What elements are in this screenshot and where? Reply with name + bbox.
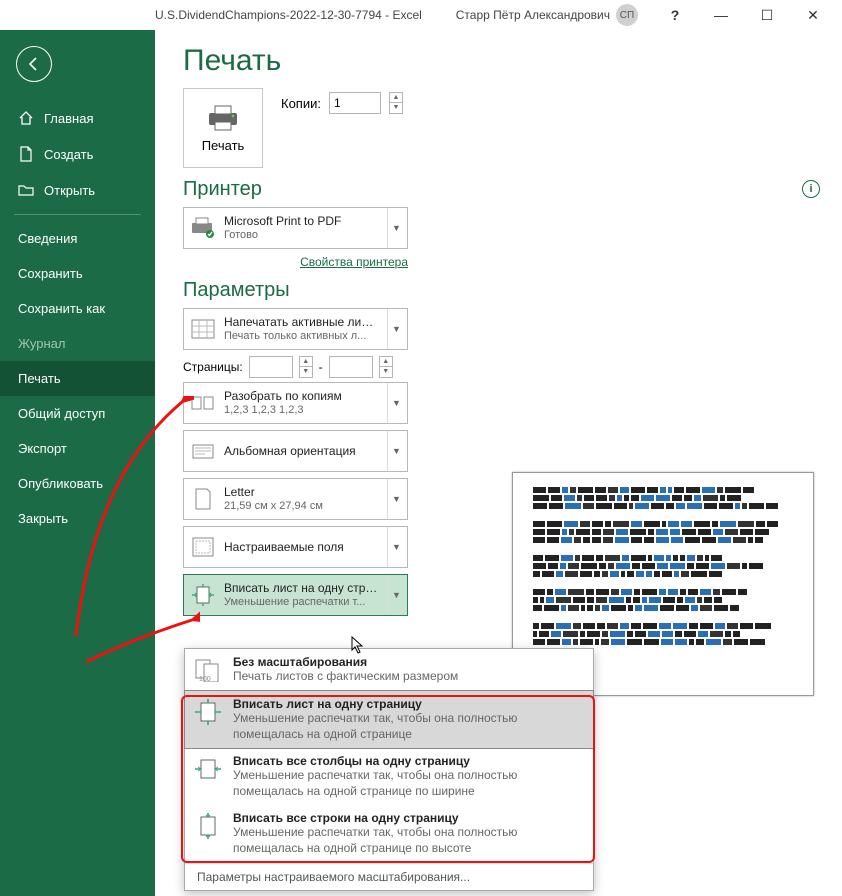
printer-status-icon <box>190 215 216 241</box>
scaling-popup: 100 Без масштабированияПечать листов с ф… <box>184 648 594 891</box>
open-icon <box>18 182 34 198</box>
printer-props-link[interactable]: Свойства принтера <box>183 255 408 269</box>
sidebar-history: Журнал <box>0 326 155 361</box>
user-avatar[interactable]: СП <box>616 4 638 26</box>
fit-page-icon <box>193 697 223 727</box>
page-to-spinner[interactable]: ▲▼ <box>379 356 393 378</box>
minimize-button[interactable]: — <box>698 1 744 29</box>
scale-none-option[interactable]: 100 Без масштабированияПечать листов с ф… <box>185 649 593 691</box>
sidebar-print[interactable]: Печать <box>0 361 155 396</box>
orientation-dropdown[interactable]: Альбомная ориентация ▼ <box>183 430 408 472</box>
chevron-down-icon: ▼ <box>387 431 401 471</box>
sidebar-close[interactable]: Закрыть <box>0 501 155 536</box>
scale-custom-link[interactable]: Параметры настраиваемого масштабирования… <box>185 863 593 890</box>
scaling-dropdown[interactable]: Вписать лист на одну стра...Уменьшение р… <box>183 574 408 616</box>
user-name: Старр Пётр Александрович <box>456 8 610 22</box>
page-from-input[interactable] <box>249 356 293 378</box>
margins-dropdown[interactable]: Настраиваемые поля ▼ <box>183 526 408 568</box>
help-button[interactable]: ? <box>652 1 698 29</box>
params-heading: Параметры <box>183 279 820 302</box>
printer-heading: Принтер <box>183 178 820 201</box>
copies-spinner[interactable]: ▲▼ <box>389 92 403 114</box>
chevron-down-icon: ▼ <box>387 575 401 615</box>
chevron-down-icon: ▼ <box>387 527 401 567</box>
sidebar-save[interactable]: Сохранить <box>0 256 155 291</box>
svg-text:100: 100 <box>199 676 211 682</box>
maximize-button[interactable]: ☐ <box>744 1 790 29</box>
print-button[interactable]: Печать <box>183 88 263 168</box>
scale-fit-rows-option[interactable]: Вписать все строки на одну страницуУмень… <box>185 805 593 862</box>
page-title: Печать <box>183 44 820 78</box>
page-to-input[interactable] <box>329 356 373 378</box>
no-scale-icon: 100 <box>193 655 223 685</box>
margins-icon <box>190 534 216 560</box>
backstage-sidebar: Главная Создать Открыть Сведения Сохрани… <box>0 30 155 896</box>
landscape-icon <box>190 438 216 464</box>
scale-fit-cols-option[interactable]: Вписать все столбцы на одну страницуУмен… <box>185 748 593 805</box>
chevron-down-icon: ▼ <box>387 208 401 248</box>
pages-row: Страницы: ▲▼ - ▲▼ <box>183 356 820 378</box>
sidebar-publish[interactable]: Опубликовать <box>0 466 155 501</box>
sidebar-share[interactable]: Общий доступ <box>0 396 155 431</box>
printer-dropdown[interactable]: Microsoft Print to PDF Готово ▼ <box>183 207 408 249</box>
fit-rows-icon <box>193 811 223 841</box>
sidebar-saveas[interactable]: Сохранить как <box>0 291 155 326</box>
collate-icon <box>190 390 216 416</box>
chevron-down-icon: ▼ <box>387 479 401 519</box>
fit-cols-icon <box>193 754 223 784</box>
copies-label: Копии: <box>281 96 321 111</box>
back-button[interactable] <box>16 46 52 82</box>
sidebar-new[interactable]: Создать <box>0 136 155 172</box>
titlebar: U.S.DividendChampions-2022-12-30-7794 - … <box>0 0 842 30</box>
new-icon <box>18 146 34 162</box>
collate-dropdown[interactable]: Разобрать по копиям1,2,3 1,2,3 1,2,3 ▼ <box>183 382 408 424</box>
home-icon <box>18 110 34 126</box>
printer-icon <box>206 104 240 132</box>
copies-input[interactable] <box>329 92 381 114</box>
chevron-down-icon: ▼ <box>387 309 401 349</box>
close-button[interactable]: ✕ <box>790 1 836 29</box>
scale-fit-sheet-option[interactable]: Вписать лист на одну страницуУменьшение … <box>184 690 594 749</box>
info-icon[interactable]: i <box>802 180 820 198</box>
page-icon <box>190 486 216 512</box>
doc-title: U.S.DividendChampions-2022-12-30-7794 - … <box>155 8 422 22</box>
paper-dropdown[interactable]: Letter21,59 см x 27,94 см ▼ <box>183 478 408 520</box>
chevron-down-icon: ▼ <box>387 383 401 423</box>
sidebar-export[interactable]: Экспорт <box>0 431 155 466</box>
sidebar-info[interactable]: Сведения <box>0 221 155 256</box>
fit-page-icon <box>190 582 216 608</box>
page-from-spinner[interactable]: ▲▼ <box>299 356 313 378</box>
print-what-dropdown[interactable]: Напечатать активные листыПечать только а… <box>183 308 408 350</box>
cursor-icon <box>351 636 365 654</box>
pages-label: Страницы: <box>183 360 243 374</box>
sheets-icon <box>190 316 216 342</box>
sidebar-home[interactable]: Главная <box>0 100 155 136</box>
sidebar-open[interactable]: Открыть <box>0 172 155 208</box>
